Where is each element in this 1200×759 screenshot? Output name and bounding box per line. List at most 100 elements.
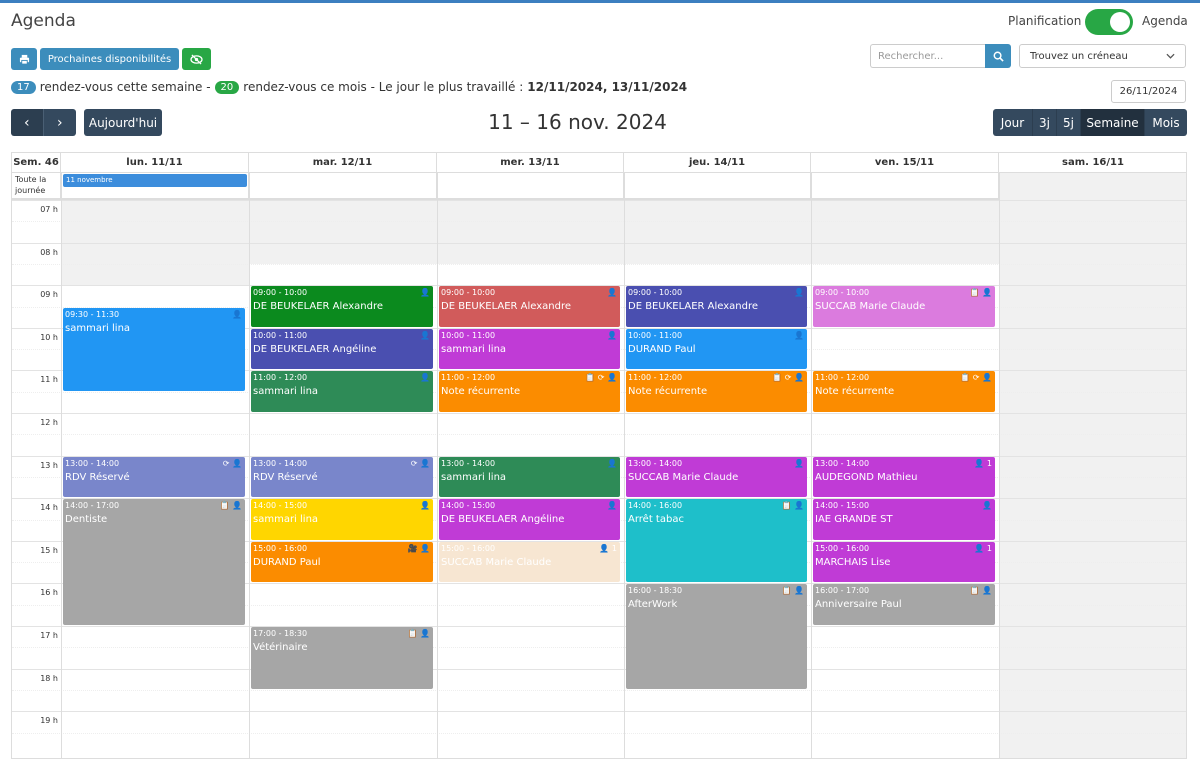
day-header[interactable]: mer. 13/11 — [437, 153, 624, 173]
event-title: Anniversaire Paul — [815, 599, 902, 611]
hour-label: 16 h — [40, 588, 58, 598]
view-week-button[interactable]: Semaine — [1081, 109, 1145, 136]
hour-label: 18 h — [40, 673, 58, 683]
event-title: Arrêt tabac — [628, 514, 684, 526]
event-title: DURAND Paul — [253, 556, 321, 568]
search-button[interactable] — [985, 44, 1011, 68]
event-time: 09:00 - 10:00 — [815, 288, 870, 298]
slot-finder-select[interactable]: Trouvez un créneau — [1019, 44, 1186, 68]
event-time: 14:00 - 15:00 — [441, 501, 496, 511]
column-divider — [999, 173, 1000, 758]
event-title: sammari lina — [441, 471, 507, 483]
day-header[interactable]: lun. 11/11 — [61, 153, 249, 173]
half-hour-line — [12, 689, 1186, 691]
calendar-event[interactable]: 17:00 - 18:30 Vétérinaire 📋 👤 — [251, 627, 433, 689]
next-availabilities-button[interactable]: Prochaines disponibilités — [40, 48, 179, 70]
calendar-event[interactable]: 11:00 - 12:00 Note récurrente 📋 ⟳ 👤 — [813, 371, 995, 412]
event-time: 15:00 - 16:00 — [441, 543, 496, 553]
day-header[interactable]: jeu. 14/11 — [624, 153, 811, 173]
search-input[interactable]: Rechercher... — [870, 44, 985, 68]
calendar-event[interactable]: 13:00 - 14:00 RDV Réservé ⟳ 👤 — [251, 456, 433, 498]
calendar-event[interactable]: 09:00 - 10:00 DE BEUKELAER Alexandre 👤 — [251, 286, 433, 327]
view-day-button[interactable]: Jour — [993, 109, 1033, 136]
calendar-event[interactable]: 15:00 - 16:00 MARCHAIS Lise 👤 1 — [813, 541, 995, 583]
event-time: 09:00 - 10:00 — [628, 288, 683, 298]
calendar-event[interactable]: 13:00 - 14:00 RDV Réservé ⟳ 👤 — [63, 456, 245, 498]
print-icon — [19, 54, 29, 65]
calendar-event[interactable]: 09:00 - 10:00 DE BEUKELAER Alexandre 👤 — [626, 286, 807, 327]
event-title: MARCHAIS Lise — [815, 556, 891, 568]
day-header[interactable]: sam. 16/11 — [999, 153, 1186, 173]
event-icons: 👤 — [607, 501, 617, 511]
print-button[interactable] — [11, 48, 37, 70]
allday-cell[interactable] — [999, 173, 1186, 198]
event-time: 09:00 - 10:00 — [441, 288, 496, 298]
mode-toggle[interactable] — [1085, 9, 1133, 35]
calendar-event[interactable]: 10:00 - 11:00 DURAND Paul 👤 — [626, 328, 807, 370]
day-header[interactable]: ven. 15/11 — [811, 153, 999, 173]
event-icons: 👤 — [982, 501, 992, 511]
view-5days-button[interactable]: 5j — [1057, 109, 1081, 136]
calendar-event[interactable]: 09:00 - 10:00 SUCCAB Marie Claude 📋 👤 — [813, 286, 995, 327]
busiest-days: 12/11/2024, 13/11/2024 — [527, 80, 688, 94]
calendar-event[interactable]: 10:00 - 11:00 DE BEUKELAER Angéline 👤 — [251, 328, 433, 370]
view-3days-button[interactable]: 3j — [1033, 109, 1057, 136]
day-header[interactable]: mar. 12/11 — [249, 153, 437, 173]
calendar-event[interactable]: 16:00 - 17:00 Anniversaire Paul 📋 👤 — [813, 584, 995, 625]
allday-cell[interactable] — [811, 173, 999, 198]
calendar-event[interactable]: 10:00 - 11:00 sammari lina 👤 — [439, 328, 620, 370]
column-divider — [437, 173, 438, 758]
half-hour-line — [12, 647, 1186, 649]
calendar-event[interactable]: 13:00 - 14:00 sammari lina 👤 — [439, 456, 620, 498]
calendar-event[interactable]: 14:00 - 15:00 sammari lina 👤 — [251, 499, 433, 540]
event-title: DE BEUKELAER Alexandre — [441, 301, 572, 313]
event-time: 14:00 - 15:00 — [815, 501, 870, 511]
calendar-event[interactable]: 14:00 - 17:00 Dentiste 📋 👤 — [63, 499, 245, 625]
event-time: 10:00 - 11:00 — [441, 330, 496, 340]
calendar-event[interactable]: 13:00 - 14:00 AUDEGOND Mathieu 👤 1 — [813, 456, 995, 498]
event-title: DE BEUKELAER Angéline — [441, 514, 565, 526]
appointment-stats: 17 rendez-vous cette semaine - 20 rendez… — [11, 80, 687, 94]
event-title: Note récurrente — [815, 386, 895, 398]
allday-cell[interactable] — [437, 173, 624, 198]
calendar-event[interactable]: 13:00 - 14:00 SUCCAB Marie Claude 👤 — [626, 456, 807, 498]
date-input[interactable]: 26/11/2024 — [1111, 80, 1186, 103]
allday-event[interactable]: 11 novembre — [63, 174, 247, 187]
event-icons: 👤 — [420, 501, 430, 511]
chevron-down-icon — [1166, 53, 1175, 59]
hide-button[interactable] — [182, 48, 211, 70]
calendar-event[interactable]: 09:30 - 11:30 sammari lina 👤 — [63, 307, 245, 391]
hour-line — [12, 200, 1186, 201]
event-icons: 📋 👤 — [407, 629, 430, 638]
event-title: DE BEUKELAER Angéline — [253, 343, 377, 355]
calendar-event[interactable]: 15:00 - 16:00 SUCCAB Marie Claude 👤 1 — [439, 541, 620, 583]
event-icons: 📋 ⟳ 👤 — [772, 373, 804, 383]
calendar-event[interactable]: 11:00 - 12:00 sammari lina 👤 — [251, 371, 433, 412]
event-time: 15:00 - 16:00 — [815, 543, 870, 553]
event-title: SUCCAB Marie Claude — [815, 301, 926, 313]
calendar-event[interactable]: 14:00 - 16:00 Arrêt tabac 📋 👤 — [626, 499, 807, 583]
allday-cell[interactable] — [624, 173, 811, 198]
event-title: sammari lina — [253, 386, 319, 398]
toggle-left-label: Planification — [1008, 14, 1082, 28]
view-month-button[interactable]: Mois — [1145, 109, 1187, 136]
allday-cell[interactable] — [249, 173, 437, 198]
off-hours-shade — [61, 263, 249, 286]
event-icons: 📋 👤 — [219, 501, 242, 511]
calendar-event[interactable]: 16:00 - 18:30 AfterWork 📋 👤 — [626, 584, 807, 689]
calendar-event[interactable]: 14:00 - 15:00 DE BEUKELAER Angéline 👤 — [439, 499, 620, 540]
event-time: 14:00 - 17:00 — [65, 501, 120, 511]
half-hour-line — [12, 732, 1186, 734]
week-text: rendez-vous cette semaine - — [39, 80, 211, 94]
calendar-event[interactable]: 14:00 - 15:00 IAE GRANDE ST 👤 — [813, 499, 995, 540]
event-icons: 📋 ⟳ 👤 — [960, 373, 992, 383]
event-title: RDV Réservé — [65, 471, 130, 483]
event-icons: 👤 — [794, 330, 804, 340]
calendar-event[interactable]: 11:00 - 12:00 Note récurrente 📋 ⟳ 👤 — [439, 371, 620, 412]
event-title: sammari lina — [441, 343, 507, 355]
column-divider — [61, 173, 62, 758]
calendar-event[interactable]: 09:00 - 10:00 DE BEUKELAER Alexandre 👤 — [439, 286, 620, 327]
calendar-event[interactable]: 11:00 - 12:00 Note récurrente 📋 ⟳ 👤 — [626, 371, 807, 412]
event-title: SUCCAB Marie Claude — [628, 471, 739, 483]
calendar-event[interactable]: 15:00 - 16:00 DURAND Paul 🎥 👤 — [251, 541, 433, 583]
